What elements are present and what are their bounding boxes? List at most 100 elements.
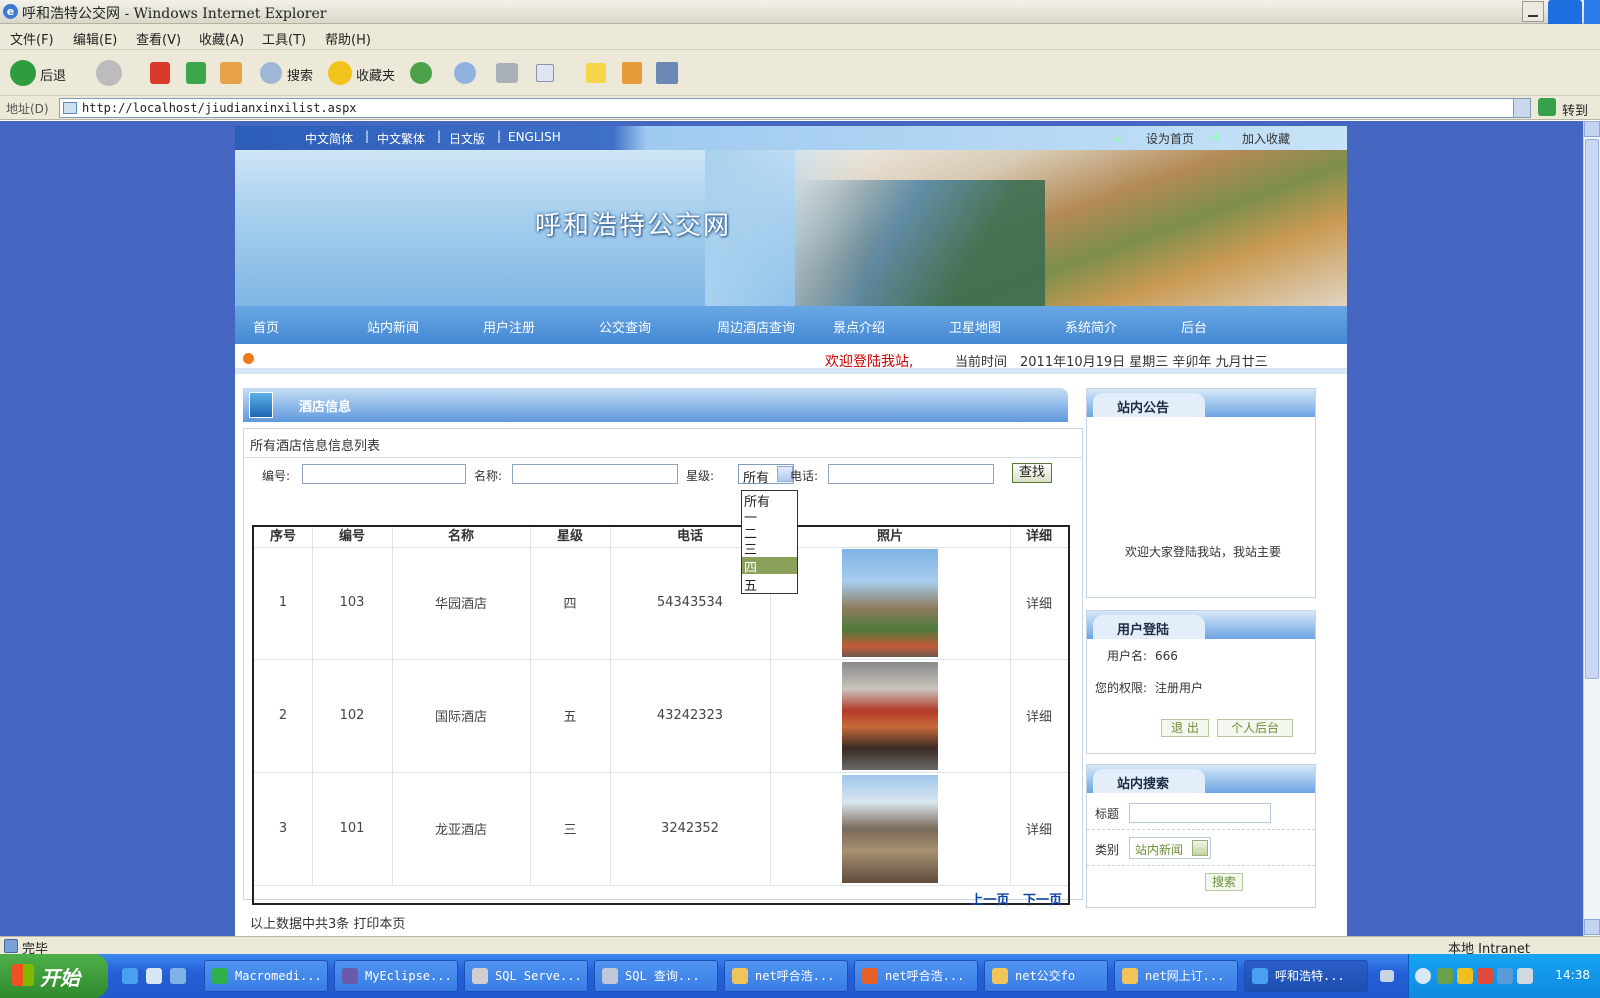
nav-admin[interactable]: 后台 [1181,317,1207,336]
row1-detail-link[interactable]: 详细 [1010,593,1068,612]
login-box: 用户登陆 用户名: 666 您的权限: 注册用户 退 出 个人后台 [1086,610,1316,754]
col-header-photo: 照片 [876,529,903,544]
nav-satellite-map[interactable]: 卫星地图 [949,317,1001,336]
tray-volume-icon[interactable] [1517,968,1533,984]
task-app-2[interactable]: net呼合浩... [854,960,978,992]
media-quicklaunch-icon[interactable] [170,968,186,984]
lang-traditional[interactable]: 中文繁体 [377,130,425,147]
tray-app-icon[interactable] [1477,968,1493,984]
keyboard-icon[interactable] [1380,970,1394,982]
row3-name: 龙亚酒店 [434,823,487,838]
task-myeclipse[interactable]: MyEclipse... [334,960,458,992]
lang-english[interactable]: ENGLISH [508,130,561,144]
page-status-icon [4,939,18,953]
refresh-icon[interactable] [186,62,206,84]
lang-simplified[interactable]: 中文简体 [305,130,353,147]
name-input[interactable] [512,464,678,484]
tray-network-icon[interactable] [1437,968,1453,984]
phone-input[interactable] [828,464,994,484]
back-arrow-icon[interactable] [10,60,36,86]
task-sql-query[interactable]: SQL 查询... [594,960,718,992]
nav-register[interactable]: 用户注册 [483,317,535,336]
stop-icon[interactable] [150,62,170,84]
minimize-button[interactable] [1522,1,1544,22]
research-icon[interactable] [622,62,642,84]
prev-page-link[interactable]: 上一页 [970,893,1009,908]
menu-favorites[interactable]: 收藏(A) [199,29,244,48]
tray-qq-icon[interactable] [1457,968,1473,984]
find-button[interactable]: 查找 [1012,463,1052,483]
nav-home[interactable]: 首页 [253,317,279,336]
menu-tools[interactable]: 工具(T) [262,29,306,48]
note-icon[interactable] [586,63,606,83]
personal-center-button[interactable]: 个人后台 [1217,719,1293,737]
nav-hotel-query[interactable]: 周边酒店查询 [717,317,795,336]
start-button[interactable]: 开始 [0,954,108,998]
messenger-icon[interactable] [656,62,678,84]
site-search-button[interactable]: 搜索 [1205,873,1243,891]
star-option-4-highlighted[interactable]: 四 [742,557,797,576]
notice-header: 站内公告 [1087,389,1315,417]
task-folder-3[interactable]: net公交fo [984,960,1108,992]
home-icon[interactable] [220,62,242,84]
row3-detail-link[interactable]: 详细 [1010,819,1068,838]
address-dropdown-icon[interactable] [1513,98,1531,118]
task-ie-active[interactable]: 呼和浩特... [1244,960,1368,992]
search-icon[interactable] [260,62,282,84]
hotel-panel-header: 酒店信息 [243,388,1068,422]
mail-icon[interactable] [454,62,476,84]
task-macromedia[interactable]: Macromedi... [204,960,328,992]
nav-about[interactable]: 系统简介 [1065,317,1117,336]
row3-star: 三 [563,823,577,838]
search-button[interactable]: 搜索 [287,65,313,84]
nav-news[interactable]: 站内新闻 [367,317,419,336]
search-title-input[interactable] [1129,803,1271,823]
forward-arrow-icon[interactable] [96,60,122,86]
scroll-thumb[interactable] [1585,139,1599,679]
ie-quicklaunch-icon[interactable] [122,968,138,984]
vertical-scrollbar[interactable] [1583,121,1600,936]
chevron-down-icon[interactable] [1192,840,1208,856]
history-icon[interactable] [410,62,432,84]
search-type-select[interactable]: 站内新闻 [1129,837,1211,859]
star-option-3[interactable]: 三 [744,539,757,558]
id-input[interactable] [302,464,466,484]
nav-attractions[interactable]: 景点介绍 [833,317,885,336]
scroll-down-icon[interactable] [1584,919,1600,935]
logout-button[interactable]: 退 出 [1161,719,1209,737]
back-button[interactable]: 后退 [40,65,66,84]
search-type-value: 站内新闻 [1135,843,1184,857]
favorites-button[interactable]: 收藏夹 [356,65,395,84]
window-title: 呼和浩特公交网 - Windows Internet Explorer [22,6,327,22]
desktop-quicklaunch-icon[interactable] [146,968,162,984]
menu-file[interactable]: 文件(F) [10,29,54,48]
go-button[interactable]: 转到 [1562,100,1588,119]
site-banner: 呼和浩特公交网 [235,150,1347,306]
set-home-link[interactable]: 设为首页 [1146,130,1194,147]
tray-monitor-icon[interactable] [1497,968,1513,984]
menu-view[interactable]: 查看(V) [136,29,181,48]
nav-bus-query[interactable]: 公交查询 [599,317,651,336]
star-option-5[interactable]: 五 [744,575,757,594]
hotel-panel-title: 酒店信息 [299,400,352,415]
star-dropdown-list[interactable]: 所有 一 二 三 四 五 [741,490,798,594]
address-input[interactable]: http://localhost/jiudianxinxilist.aspx [59,98,1519,118]
print-icon[interactable] [496,63,518,83]
windows-flag-icon [12,964,34,986]
favorites-star-icon[interactable] [328,61,352,85]
menu-help[interactable]: 帮助(H) [325,29,371,48]
task-folder-4[interactable]: net网上订... [1114,960,1238,992]
scroll-up-icon[interactable] [1584,121,1600,137]
lang-japanese[interactable]: 日文版 [449,130,485,147]
star-select[interactable]: 所有 [738,464,794,486]
list-footer: 以上数据中共3条 打印本页 [250,917,406,932]
edit-icon[interactable] [536,64,554,82]
task-sql-server[interactable]: SQL Serve... [464,960,588,992]
add-favorite-link[interactable]: 加入收藏 [1242,130,1290,147]
go-arrow-icon[interactable] [1538,98,1556,116]
tray-expand-icon[interactable] [1415,968,1431,984]
row2-detail-link[interactable]: 详细 [1010,706,1068,725]
task-folder-1[interactable]: net呼合浩... [724,960,848,992]
menu-edit[interactable]: 编辑(E) [73,29,117,48]
next-page-link[interactable]: 下一页 [1023,893,1062,908]
